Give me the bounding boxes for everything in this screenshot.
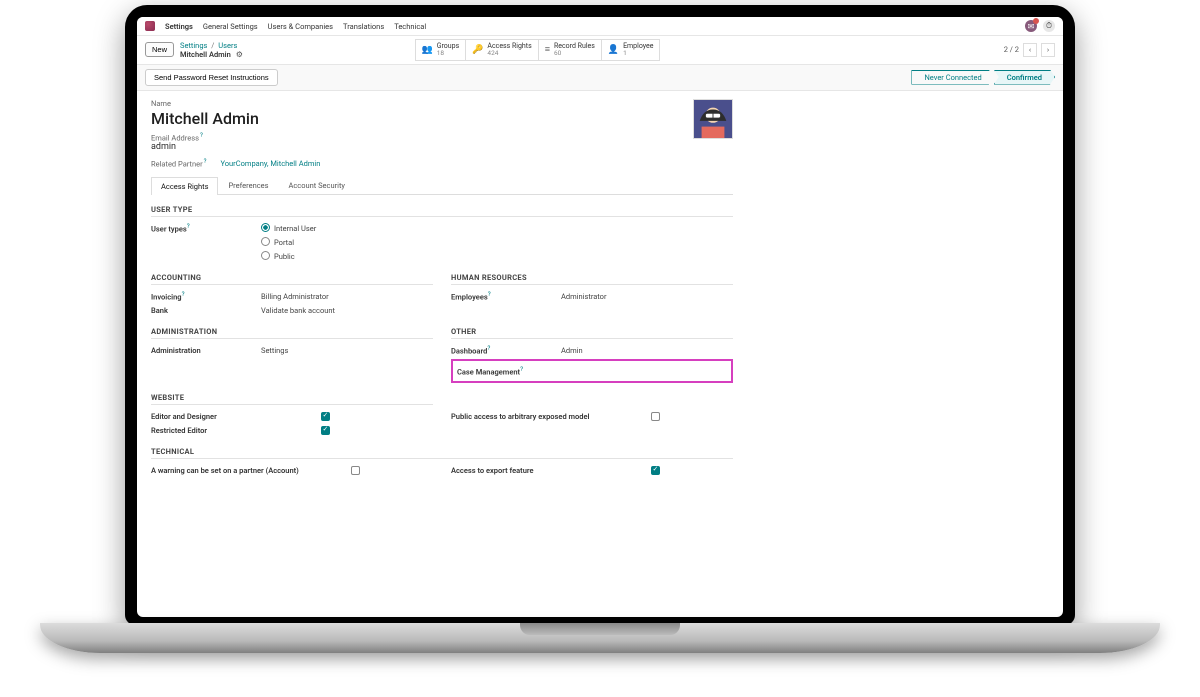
stat-buttons: 👥 Groups18 🔑 Access Rights424 ≡ Record R… [415, 39, 661, 61]
messaging-icon[interactable]: ✉ [1025, 20, 1037, 32]
stat-employee[interactable]: 👤 Employee1 [602, 39, 661, 61]
editor-designer-label: Editor and Designer [151, 412, 321, 421]
menu-technical[interactable]: Technical [394, 22, 426, 31]
status-never-connected[interactable]: Never Connected [911, 70, 993, 85]
employee-icon: 👤 [608, 45, 619, 55]
section-website: WEBSITE [151, 393, 433, 405]
section-technical: TECHNICAL [151, 447, 733, 459]
invoicing-value[interactable]: Billing Administrator [261, 292, 329, 301]
breadcrumb: Settings / Users Mitchell Admin ⚙ [180, 41, 243, 59]
partner-warning-checkbox[interactable] [351, 466, 360, 475]
section-user-type: USER TYPE [151, 205, 733, 217]
send-reset-button[interactable]: Send Password Reset Instructions [145, 69, 278, 86]
bank-label: Bank [151, 306, 261, 315]
user-types-label: User types? [151, 222, 261, 234]
app-logo-icon [145, 21, 155, 31]
administration-value[interactable]: Settings [261, 346, 288, 355]
tabs: Access Rights Preferences Account Securi… [151, 176, 733, 195]
pager-text: 2 / 2 [1004, 45, 1019, 54]
form-sheet: Name Mitchell Admin Email Address? admin… [137, 91, 747, 498]
editor-designer-checkbox[interactable] [321, 412, 330, 421]
partner-label: Related Partner? [151, 158, 206, 169]
stat-record-rules[interactable]: ≡ Record Rules60 [539, 39, 602, 61]
pager: 2 / 2 ‹ › [1004, 43, 1055, 57]
section-hr: HUMAN RESOURCES [451, 273, 733, 285]
menu-users-companies[interactable]: Users & Companies [268, 22, 333, 31]
app-menu: Settings General Settings Users & Compan… [137, 17, 1063, 36]
public-access-checkbox[interactable] [651, 412, 660, 421]
crumb-current: Mitchell Admin [180, 50, 231, 59]
pager-next[interactable]: › [1041, 43, 1055, 57]
new-button[interactable]: New [145, 42, 174, 57]
section-other: OTHER [451, 327, 733, 339]
avatar[interactable] [693, 99, 733, 139]
stat-groups[interactable]: 👥 Groups18 [415, 39, 467, 61]
user-type-portal[interactable]: Portal [261, 237, 294, 247]
access-rights-icon: 🔑 [472, 45, 483, 55]
tab-preferences[interactable]: Preferences [218, 176, 278, 194]
email-label: Email Address? [151, 132, 733, 143]
gear-icon[interactable]: ⚙ [236, 50, 243, 59]
dashboard-label: Dashboard? [451, 344, 561, 356]
form-header: Name Mitchell Admin Email Address? admin… [151, 99, 733, 171]
control-bar: New Settings / Users Mitchell Admin ⚙ 👥 … [137, 36, 1063, 65]
groups-icon: 👥 [422, 45, 433, 55]
section-administration: ADMINISTRATION [151, 327, 433, 339]
menu-general[interactable]: General Settings [203, 22, 258, 31]
export-feature-label: Access to export feature [451, 466, 651, 475]
dashboard-value[interactable]: Admin [561, 346, 583, 355]
status-bar: Never Connected Confirmed [911, 70, 1055, 85]
record-rules-icon: ≡ [545, 45, 550, 55]
partner-warning-label: A warning can be set on a partner (Accou… [151, 466, 351, 475]
stat-access-rights[interactable]: 🔑 Access Rights424 [466, 39, 539, 61]
action-bar: Send Password Reset Instructions Never C… [137, 65, 1063, 91]
section-accounting: ACCOUNTING [151, 273, 433, 285]
user-type-public[interactable]: Public [261, 251, 295, 261]
employees-label: Employees? [451, 290, 561, 302]
restricted-editor-checkbox[interactable] [321, 426, 330, 435]
employees-value[interactable]: Administrator [561, 292, 607, 301]
crumb-users[interactable]: Users [218, 41, 237, 50]
pager-prev[interactable]: ‹ [1023, 43, 1037, 57]
restricted-editor-label: Restricted Editor [151, 426, 321, 435]
public-access-label: Public access to arbitrary exposed model [451, 412, 651, 421]
export-feature-checkbox[interactable] [651, 466, 660, 475]
user-type-internal[interactable]: Internal User [261, 223, 316, 233]
status-confirmed[interactable]: Confirmed [994, 70, 1055, 85]
activities-icon[interactable]: ⏱ [1043, 20, 1055, 32]
invoicing-label: Invoicing? [151, 290, 261, 302]
case-management-highlight: Case Management? [451, 359, 733, 383]
tab-access-rights[interactable]: Access Rights [151, 177, 218, 195]
menu-translations[interactable]: Translations [343, 22, 384, 31]
user-name[interactable]: Mitchell Admin [151, 109, 733, 128]
email-value[interactable]: admin [151, 142, 733, 152]
name-label: Name [151, 99, 733, 108]
administration-label: Administration [151, 346, 261, 355]
tab-account-security[interactable]: Account Security [278, 176, 354, 194]
case-management-label: Case Management? [457, 365, 567, 377]
bank-value[interactable]: Validate bank account [261, 306, 335, 315]
crumb-settings[interactable]: Settings [180, 41, 207, 50]
menu-app[interactable]: Settings [165, 22, 193, 31]
partner-link[interactable]: YourCompany, Mitchell Admin [220, 159, 320, 168]
